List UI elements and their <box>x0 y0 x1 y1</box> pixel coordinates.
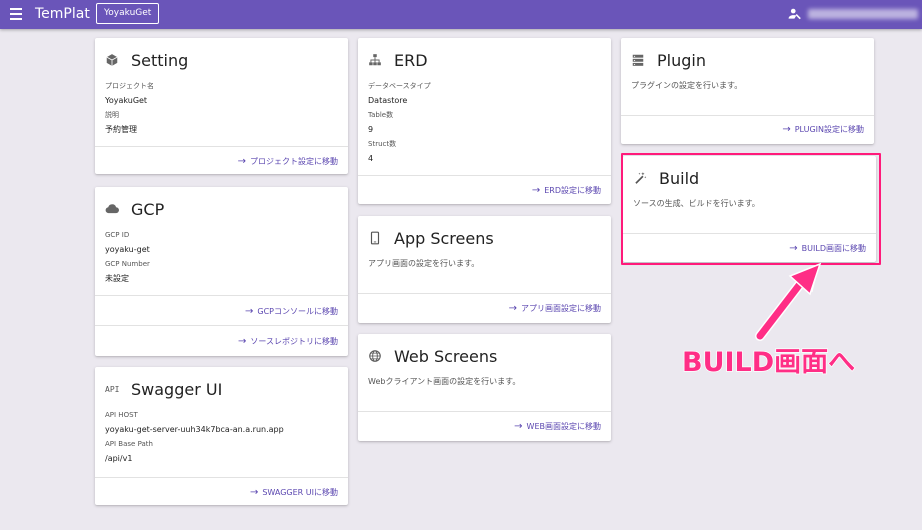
arrow-right-icon: → <box>514 421 523 432</box>
source-repo-link[interactable]: → ソースレポジトリに移動 <box>238 336 338 347</box>
divider <box>95 325 348 326</box>
arrow-right-icon: → <box>531 185 541 196</box>
card-description: アプリ画面の設定を行います。 <box>368 259 480 268</box>
arrow-right-icon: → <box>508 303 517 314</box>
field-label: Struct数 <box>368 140 397 148</box>
field-value: yoyaku-get <box>105 245 150 254</box>
cube-icon <box>106 54 118 66</box>
card-title: Setting <box>131 50 189 70</box>
field-value: Datastore <box>368 96 408 105</box>
app-bar: TemPlat YoyakuGet <box>0 0 922 29</box>
globe-icon <box>369 350 381 362</box>
field-value: yoyaku-get-server-uuh34k7bca-an.a.run.ap… <box>105 425 284 434</box>
field-value: 予約管理 <box>105 125 137 134</box>
plugin-settings-link[interactable]: → PLUGIN設定に移動 <box>782 124 864 135</box>
web-screens-settings-link[interactable]: → WEB画面設定に移動 <box>514 421 601 432</box>
gcp-card: GCP GCP ID yoyaku-get GCP Number 未設定 → G… <box>95 187 348 356</box>
action-label: ERD設定に移動 <box>544 186 601 195</box>
divider <box>621 115 874 116</box>
build-callout-text: BUILD画面へ <box>681 346 856 379</box>
arrow-right-icon: → <box>782 124 791 135</box>
user-name-blurred <box>808 9 918 19</box>
gcp-console-link[interactable]: → GCPコンソールに移動 <box>245 306 338 317</box>
divider <box>95 295 348 296</box>
app-screens-settings-link[interactable]: → アプリ画面設定に移動 <box>509 303 601 314</box>
divider <box>95 477 348 478</box>
field-value: YoyakuGet <box>105 96 148 105</box>
card-title: GCP <box>131 199 165 219</box>
user-settings-icon[interactable] <box>788 7 802 21</box>
card-description: プラグインの設定を行います。 <box>631 81 743 90</box>
card-title: App Screens <box>394 228 494 248</box>
smartphone-icon <box>370 231 380 245</box>
field-label: GCP Number <box>105 260 150 268</box>
card-title: Plugin <box>657 50 706 70</box>
setting-card: Setting プロジェクト名 YoyakuGet 説明 予約管理 → プロジェ… <box>95 38 348 174</box>
card-description: Webクライアント画面の設定を行います。 <box>368 377 521 386</box>
web-screens-card: Web Screens Webクライアント画面の設定を行います。 → WEB画面… <box>358 334 611 441</box>
action-label: GCPコンソールに移動 <box>257 307 338 316</box>
arrow-right-icon: → <box>238 336 247 347</box>
field-label: GCP ID <box>105 231 130 239</box>
field-label: 説明 <box>105 111 119 119</box>
divider <box>358 411 611 412</box>
cloud-icon <box>105 204 119 214</box>
field-value: 4 <box>368 154 374 163</box>
app-brand[interactable]: TemPlat <box>35 6 90 22</box>
field-label: データベースタイプ <box>368 82 431 90</box>
card-title: ERD <box>394 50 428 70</box>
field-label: Table数 <box>368 111 394 119</box>
menu-icon[interactable] <box>10 8 22 20</box>
arrow-right-icon: → <box>249 487 259 498</box>
swagger-card: API Swagger UI API HOST yoyaku-get-serve… <box>95 367 348 505</box>
action-label: プロジェクト設定に移動 <box>250 157 338 166</box>
server-icon <box>632 54 644 66</box>
divider <box>358 175 611 176</box>
erd-card: ERD データベースタイプ Datastore Table数 9 Struct数… <box>358 38 611 204</box>
field-label: API Base Path <box>105 440 153 448</box>
build-highlight-box <box>621 153 881 265</box>
erd-settings-link[interactable]: → ERD設定に移動 <box>532 185 601 196</box>
field-label: プロジェクト名 <box>105 82 154 90</box>
card-title: Swagger UI <box>131 379 223 399</box>
action-label: PLUGIN設定に移動 <box>794 125 864 134</box>
api-icon: API <box>105 384 120 394</box>
action-label: SWAGGER UIに移動 <box>262 488 338 497</box>
divider <box>95 146 348 147</box>
project-settings-link[interactable]: → プロジェクト設定に移動 <box>238 156 338 167</box>
field-value: /api/v1 <box>105 454 133 463</box>
app-screens-card: App Screens アプリ画面の設定を行います。 → アプリ画面設定に移動 <box>358 216 611 323</box>
action-label: ソースレポジトリに移動 <box>250 337 338 346</box>
arrow-right-icon: → <box>245 306 254 317</box>
action-label: アプリ画面設定に移動 <box>521 304 601 313</box>
action-label: WEB画面設定に移動 <box>526 422 601 431</box>
field-label: API HOST <box>105 411 138 419</box>
project-button[interactable]: YoyakuGet <box>96 3 160 24</box>
divider <box>358 293 611 294</box>
arrow-right-icon: → <box>237 156 246 167</box>
field-value: 未設定 <box>105 274 129 283</box>
plugin-card: Plugin プラグインの設定を行います。 → PLUGIN設定に移動 <box>621 38 874 144</box>
swagger-ui-link[interactable]: → SWAGGER UIに移動 <box>250 487 338 498</box>
sitemap-icon <box>369 54 381 66</box>
card-title: Web Screens <box>394 346 498 366</box>
field-value: 9 <box>368 125 374 134</box>
